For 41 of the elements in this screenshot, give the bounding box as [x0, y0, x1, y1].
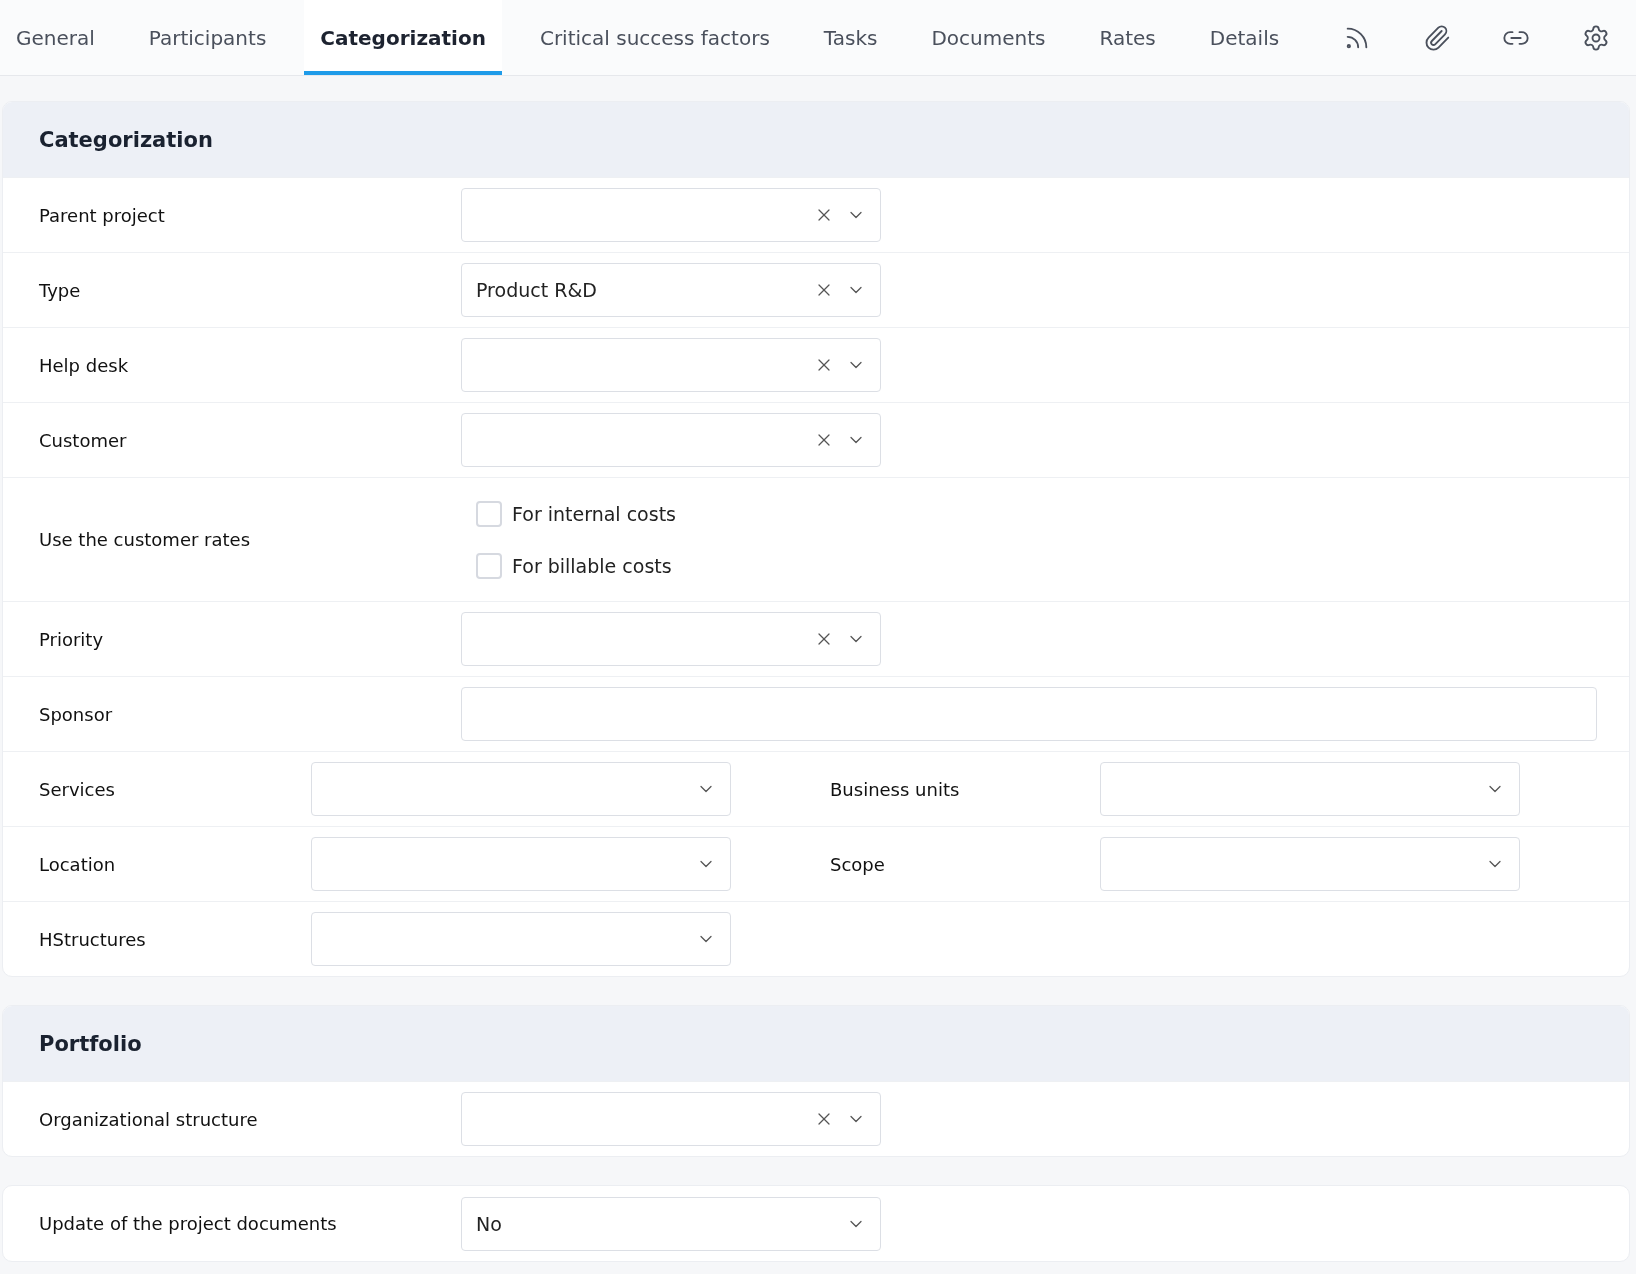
checkbox-label: For internal costs	[512, 502, 676, 525]
field-label: Update of the project documents	[38, 1213, 338, 1234]
field-label: Organizational structure	[38, 1108, 259, 1130]
select-field[interactable]	[311, 762, 731, 816]
select-field[interactable]: No	[461, 1196, 881, 1251]
section-title: Categorization	[3, 102, 1629, 177]
select-field[interactable]	[1100, 762, 1520, 816]
select-field[interactable]	[311, 837, 731, 891]
field-label: Help desk	[38, 354, 130, 376]
select-field[interactable]	[311, 912, 731, 966]
select-field[interactable]	[461, 413, 881, 467]
field-label: HStructures	[38, 928, 147, 950]
tab[interactable]: Participants	[132, 0, 283, 75]
field-label: Parent project	[38, 204, 166, 226]
tab[interactable]: Details	[1193, 0, 1296, 75]
tab[interactable]: Documents	[915, 0, 1062, 75]
select-field[interactable]	[1100, 837, 1520, 891]
select-field[interactable]	[461, 1092, 881, 1146]
field-label: Type	[38, 279, 82, 301]
tab[interactable]: Tasks	[807, 0, 894, 75]
field-label: Scope	[830, 853, 886, 875]
field-label: Services	[38, 778, 116, 800]
tab[interactable]: Categorization	[304, 0, 502, 75]
section-title: Portfolio	[3, 1006, 1629, 1081]
field-label: Business units	[830, 778, 961, 800]
checkbox-label: For billable costs	[512, 554, 672, 577]
select-field[interactable]: Product R&D	[461, 263, 881, 317]
checkbox[interactable]	[476, 552, 502, 579]
select-field[interactable]	[461, 612, 881, 666]
select-field[interactable]	[461, 188, 881, 242]
tab[interactable]: Rates	[1083, 0, 1172, 75]
field-label: Sponsor	[38, 703, 114, 725]
tab[interactable]: General	[0, 0, 111, 75]
sponsor-input[interactable]	[461, 687, 1597, 741]
select-field[interactable]	[461, 338, 881, 392]
field-label: Customer	[38, 429, 128, 451]
tab[interactable]: Critical success factors	[523, 0, 786, 75]
field-label: Priority	[38, 628, 105, 650]
checkbox[interactable]	[476, 500, 502, 527]
field-label: Location	[38, 853, 117, 875]
field-label: Use the customer rates	[38, 529, 252, 550]
